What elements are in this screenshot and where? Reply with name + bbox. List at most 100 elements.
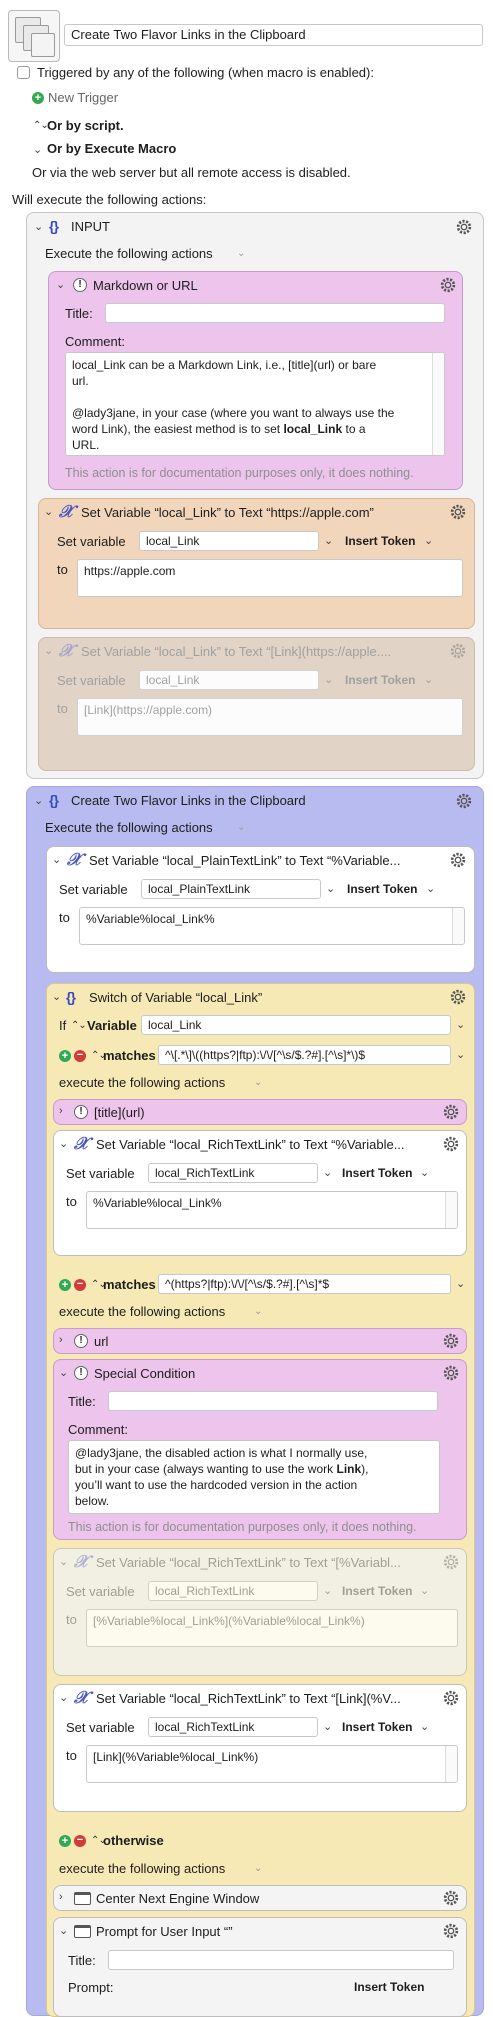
- set-variable-action[interactable]: ⌄ 𝒳 Set Variable “local_Link” to Text “h…: [38, 498, 475, 629]
- comment-action-title-url[interactable]: › ! [title](url): [53, 1099, 467, 1125]
- insert-token-button[interactable]: Insert Token: [345, 673, 415, 687]
- action-title[interactable]: Set Variable “local_RichTextLink” to Tex…: [96, 1137, 405, 1152]
- value-textarea[interactable]: [Link](%Variable%local_Link%): [86, 1745, 458, 1783]
- gear-icon[interactable]: [449, 988, 467, 1006]
- comment-textarea[interactable]: local_Link can be a Markdown Link, i.e.,…: [65, 352, 445, 456]
- otherwise-popup[interactable]: otherwise: [103, 1833, 164, 1848]
- new-trigger-icon[interactable]: +: [32, 92, 44, 104]
- collapse-chevron-icon[interactable]: ⌄: [34, 220, 43, 233]
- collapse-chevron-icon[interactable]: ⌄: [52, 853, 61, 866]
- insert-token-button[interactable]: Insert Token: [345, 534, 415, 548]
- gear-icon[interactable]: [449, 642, 467, 660]
- value-textarea[interactable]: https://apple.com: [77, 559, 463, 597]
- chevron-right-icon[interactable]: ›: [59, 1334, 63, 1346]
- set-variable-rich-action-link[interactable]: ⌄ 𝒳 Set Variable “local_RichTextLink” to…: [53, 1684, 467, 1812]
- collapse-chevron-icon[interactable]: ⌄: [34, 794, 43, 807]
- input-group[interactable]: ⌄ {} INPUT Execute the following actions…: [26, 212, 484, 779]
- create-links-group[interactable]: ⌄ {} Create Two Flavor Links in the Clip…: [26, 786, 484, 2017]
- comment-textarea[interactable]: @lady3jane, the disabled action is what …: [68, 1440, 440, 1514]
- comment-action-url[interactable]: › ! url: [53, 1328, 467, 1354]
- set-variable-rich-action-disabled[interactable]: ⌄ 𝒳 Set Variable “local_RichTextLink” to…: [53, 1548, 467, 1676]
- remove-case-icon[interactable]: −: [74, 1835, 86, 1847]
- value-textarea[interactable]: %Variable%local_Link%: [86, 1191, 458, 1229]
- title-field[interactable]: [105, 303, 445, 323]
- action-title[interactable]: Markdown or URL: [93, 278, 198, 293]
- chevron-down-icon[interactable]: ⌄: [254, 1863, 262, 1874]
- switch-action[interactable]: ⌄ {} Switch of Variable “local_Link” If …: [46, 983, 475, 2017]
- switch-variable-field[interactable]: local_Link: [141, 1015, 451, 1035]
- chevron-down-icon[interactable]: ⌄: [326, 882, 335, 895]
- collapse-chevron-icon[interactable]: ⌄: [44, 644, 53, 657]
- gear-icon[interactable]: [455, 218, 473, 236]
- variable-name-field[interactable]: local_RichTextLink: [148, 1581, 318, 1601]
- gear-icon[interactable]: [442, 1332, 460, 1350]
- variable-name-field[interactable]: local_RichTextLink: [148, 1163, 318, 1183]
- center-window-action[interactable]: › Center Next Engine Window: [53, 1885, 467, 1911]
- scrollbar[interactable]: [445, 1192, 457, 1228]
- gear-icon[interactable]: [455, 792, 473, 810]
- add-case-icon[interactable]: +: [59, 1050, 71, 1062]
- insert-token-button[interactable]: Insert Token: [347, 882, 417, 896]
- chevron-down-icon[interactable]: ⌄: [323, 1584, 332, 1597]
- by-script-label[interactable]: Or by script.: [47, 118, 124, 133]
- set-variable-action-disabled[interactable]: ⌄ 𝒳 Set Variable “local_Link” to Text “[…: [38, 637, 475, 771]
- add-case-icon[interactable]: +: [59, 1835, 71, 1847]
- insert-token-button[interactable]: Insert Token: [354, 1980, 424, 1994]
- action-title[interactable]: Set Variable “local_PlainTextLink” to Te…: [89, 853, 400, 868]
- comment-action-special-condition[interactable]: ⌄ ! Special Condition Title: Comment: @l…: [53, 1359, 467, 1540]
- collapse-chevron-icon[interactable]: ⌄: [44, 505, 53, 518]
- gear-icon[interactable]: [442, 1922, 460, 1940]
- scrollbar[interactable]: [445, 1746, 457, 1782]
- variable-name-field[interactable]: local_RichTextLink: [148, 1717, 318, 1737]
- updown-icon[interactable]: ⌃⌄: [33, 120, 49, 131]
- collapse-chevron-icon[interactable]: ⌄: [59, 1366, 68, 1379]
- chevron-down-icon[interactable]: ⌄: [254, 1077, 262, 1088]
- chevron-down-icon[interactable]: ⌄: [424, 534, 433, 547]
- chevron-down-icon[interactable]: ⌄: [420, 1166, 429, 1179]
- chevron-down-icon[interactable]: ⌄: [237, 248, 245, 259]
- chevron-down-icon[interactable]: ⌄: [323, 1166, 332, 1179]
- matches-popup[interactable]: matches: [103, 1048, 156, 1063]
- macro-icon[interactable]: [8, 10, 60, 62]
- collapse-chevron-icon[interactable]: ⌄: [59, 1555, 68, 1568]
- chevron-down-icon[interactable]: ⌄: [33, 143, 42, 156]
- value-textarea[interactable]: [%Variable%local_Link%](%Variable%local_…: [86, 1609, 458, 1647]
- action-title[interactable]: Prompt for User Input “”: [96, 1924, 233, 1939]
- group-title[interactable]: Create Two Flavor Links in the Clipboard: [71, 793, 306, 808]
- comment-action-markdown-or-url[interactable]: ⌄ ! Markdown or URL Title: Comment: loca…: [48, 271, 463, 490]
- trigger-checkbox[interactable]: [17, 66, 30, 79]
- macro-name-field[interactable]: Create Two Flavor Links in the Clipboard: [64, 24, 483, 46]
- value-textarea[interactable]: %Variable%local_Link%: [79, 907, 465, 945]
- group-title[interactable]: INPUT: [71, 219, 110, 234]
- chevron-down-icon[interactable]: ⌄: [237, 822, 245, 833]
- chevron-down-icon[interactable]: ⌄: [420, 1720, 429, 1733]
- variable-name-field[interactable]: local_PlainTextLink: [141, 879, 321, 899]
- gear-icon[interactable]: [442, 1689, 460, 1707]
- gear-icon[interactable]: [442, 1364, 460, 1382]
- value-textarea[interactable]: [Link](https://apple.com): [77, 698, 463, 736]
- regex-field[interactable]: ^(https?|ftp):\/\/[^\s/$.?#].[^\s]*$: [158, 1274, 451, 1294]
- gear-icon[interactable]: [442, 1103, 460, 1121]
- action-title[interactable]: Set Variable “local_RichTextLink” to Tex…: [96, 1691, 401, 1706]
- gear-icon[interactable]: [449, 851, 467, 869]
- chevron-right-icon[interactable]: ›: [59, 1105, 63, 1117]
- matches-popup[interactable]: matches: [103, 1277, 156, 1292]
- action-title[interactable]: Switch of Variable “local_Link”: [89, 990, 262, 1005]
- by-execute-macro-label[interactable]: Or by Execute Macro: [47, 141, 176, 156]
- variable-name-field[interactable]: local_Link: [139, 670, 319, 690]
- gear-icon[interactable]: [442, 1889, 460, 1907]
- chevron-down-icon[interactable]: ⌄: [456, 1018, 465, 1031]
- action-title[interactable]: Set Variable “local_Link” to Text “https…: [81, 505, 374, 520]
- action-title[interactable]: Special Condition: [94, 1366, 195, 1381]
- insert-token-button[interactable]: Insert Token: [342, 1720, 412, 1734]
- prompt-user-input-action[interactable]: ⌄ Prompt for User Input “” Title: Prompt…: [53, 1917, 467, 2017]
- action-title[interactable]: [title](url): [94, 1105, 145, 1120]
- collapse-chevron-icon[interactable]: ⌄: [56, 278, 65, 291]
- scrollbar[interactable]: [452, 908, 464, 944]
- chevron-down-icon[interactable]: ⌄: [420, 1584, 429, 1597]
- action-title[interactable]: Set Variable “local_Link” to Text “[Link…: [81, 644, 391, 659]
- collapse-chevron-icon[interactable]: ⌄: [59, 1924, 68, 1937]
- new-trigger-button[interactable]: New Trigger: [48, 90, 118, 105]
- collapse-chevron-icon[interactable]: ⌄: [52, 990, 61, 1003]
- set-variable-rich-action[interactable]: ⌄ 𝒳 Set Variable “local_RichTextLink” to…: [53, 1130, 467, 1256]
